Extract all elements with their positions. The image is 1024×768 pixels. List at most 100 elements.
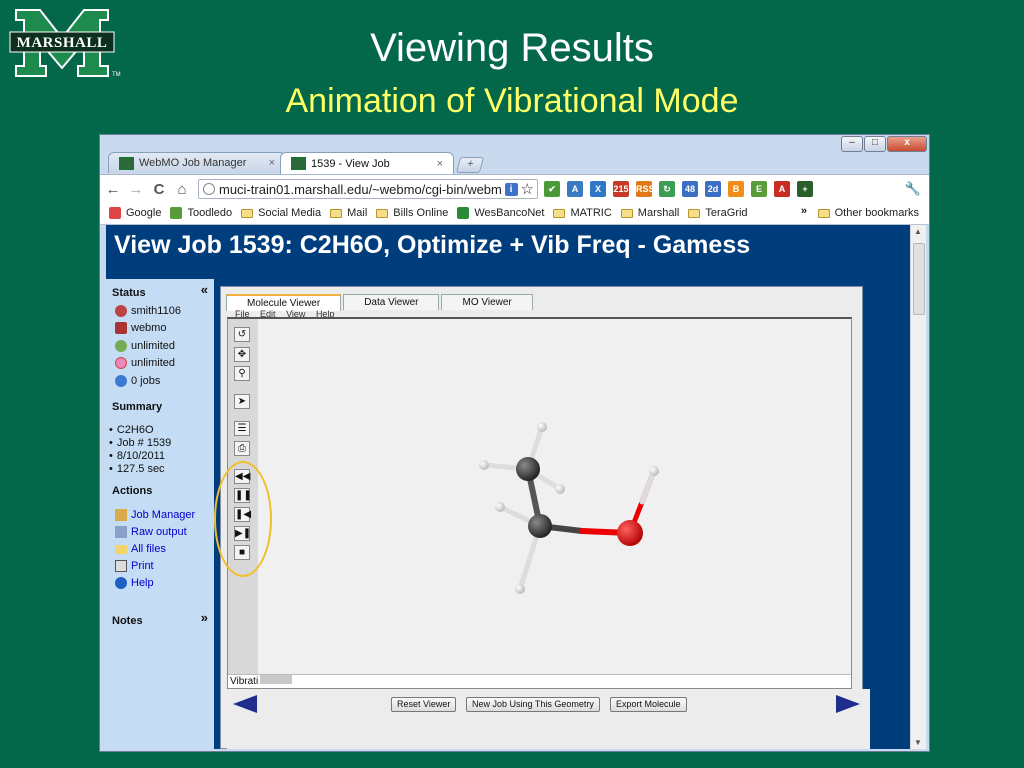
molecule-canvas[interactable]: ↺ ✥ ⚲ ➤ ☰ ⎙ ◀◀ ❚❚ ❚◀ ▶❚ ■ Vibrati (214, 317, 852, 689)
blogger-icon[interactable]: B (728, 181, 744, 197)
home-button[interactable]: ⌂ (172, 181, 192, 198)
notes-expand-icon[interactable]: » (201, 610, 208, 625)
new-job-geometry-button[interactable]: New Job Using This Geometry (466, 697, 600, 712)
ethanol-molecule (479, 422, 659, 594)
check-icon (170, 207, 183, 219)
menu-help[interactable]: Help (316, 309, 335, 317)
summary-item: • 127.5 sec (109, 463, 165, 475)
hydrogen-atom (537, 422, 547, 432)
tab-data-viewer[interactable]: Data Viewer (343, 294, 440, 310)
scroll-down-icon[interactable]: ▼ (914, 738, 922, 747)
people-icon[interactable]: 48 (682, 181, 698, 197)
bookmark-item[interactable]: Google (109, 207, 161, 219)
tab-label: WebMO Job Manager (139, 157, 247, 169)
action-job-manager[interactable]: Job Manager (115, 509, 195, 521)
scroll-up-icon[interactable]: ▲ (914, 227, 922, 236)
bookmark-label: Google (126, 207, 162, 219)
action-raw-output[interactable]: Raw output (115, 526, 187, 538)
action-help-link[interactable]: Help (131, 577, 154, 589)
other-bookmarks-label: Other bookmarks (834, 207, 919, 219)
mail-icon[interactable]: X (590, 181, 606, 197)
evernote-icon[interactable]: E (751, 181, 767, 197)
menu-edit[interactable]: Edit (260, 309, 276, 317)
acrobat-icon[interactable]: A (774, 181, 790, 197)
new-tab-button[interactable]: + (455, 157, 485, 173)
document-icon (115, 526, 127, 538)
action-print-link[interactable]: Print (131, 560, 154, 572)
webmo-favicon-icon (291, 157, 306, 170)
scroll-thumb[interactable] (913, 243, 925, 315)
summary-item: • C2H6O (109, 424, 154, 436)
minimize-button[interactable]: – (841, 136, 863, 152)
select-tool-icon[interactable]: ➤ (234, 394, 250, 409)
summary-item: • 8/10/2011 (109, 450, 165, 462)
status-time: unlimited (115, 357, 175, 369)
bookmark-item[interactable]: Marshall (620, 207, 679, 219)
folder-icon (688, 208, 701, 218)
bookmark-item[interactable]: TeraGrid (688, 207, 748, 219)
next-arrow-icon[interactable] (836, 695, 860, 713)
bookmark-item[interactable]: Bills Online (376, 207, 448, 219)
action-raw-output-link[interactable]: Raw output (131, 526, 187, 538)
hydrogen-atom (649, 466, 659, 476)
info-icon[interactable]: i (504, 182, 518, 196)
close-window-button[interactable]: x (887, 136, 927, 152)
rotate-tool-icon[interactable]: ↺ (234, 327, 250, 342)
export-molecule-button[interactable]: Export Molecule (610, 697, 687, 712)
sidebar-collapse-icon[interactable]: « (201, 282, 208, 297)
action-job-manager-link[interactable]: Job Manager (131, 509, 195, 521)
tab-close-icon[interactable]: × (427, 158, 443, 170)
summary-job-number: Job # 1539 (116, 437, 172, 449)
forward-button[interactable]: → (126, 181, 146, 198)
count-icon[interactable]: 215 (613, 181, 629, 197)
quota-icon (115, 340, 127, 352)
folder-icon (115, 544, 127, 554)
back-button[interactable]: ← (103, 181, 123, 198)
page-scrollbar[interactable]: ▲ ▼ (910, 225, 926, 749)
tab-close-icon[interactable]: × (259, 157, 275, 169)
bookmark-item[interactable]: MATRIC (553, 207, 612, 219)
action-print[interactable]: Print (115, 560, 154, 572)
tab-mo-viewer[interactable]: MO Viewer (441, 294, 533, 310)
window-controls: – □ x (841, 136, 927, 152)
action-help[interactable]: Help (115, 577, 154, 589)
reload-button[interactable]: C (149, 181, 169, 198)
list-tool-icon[interactable]: ☰ (234, 421, 250, 436)
plus-icon[interactable]: + (797, 181, 813, 197)
tab-label: 1539 - View Job (311, 157, 390, 170)
other-bookmarks[interactable]: Other bookmarks (817, 207, 919, 219)
bookmark-item[interactable]: Toodledo (170, 207, 232, 219)
print-tool-icon[interactable]: ⎙ (234, 441, 250, 456)
menu-view[interactable]: View (286, 309, 305, 317)
reset-viewer-button[interactable]: Reset Viewer (391, 697, 457, 712)
wrench-icon[interactable]: 🔧 (905, 181, 921, 197)
summary-cpu-time: 127.5 sec (116, 463, 165, 475)
bookmarks-overflow-chevron[interactable]: » (801, 205, 807, 217)
zoom-tool-icon[interactable]: ⚲ (234, 366, 250, 381)
status-heading: Status (112, 287, 146, 299)
menu-file[interactable]: File (235, 309, 250, 317)
check-icon[interactable]: ✔ (544, 181, 560, 197)
maximize-button[interactable]: □ (864, 136, 886, 152)
tab-webmo-job-manager[interactable]: WebMO Job Manager × (108, 152, 286, 173)
calendar-icon[interactable]: 2d (705, 181, 721, 197)
bookmark-item[interactable]: Mail (330, 207, 367, 219)
bookmark-item[interactable]: WesBancoNet (457, 207, 544, 219)
tab-view-job[interactable]: 1539 - View Job × (280, 152, 454, 174)
sync-icon[interactable]: ↻ (659, 181, 675, 197)
previous-arrow-icon[interactable] (233, 695, 257, 713)
rss-icon[interactable]: RSS (636, 181, 655, 197)
address-bar[interactable]: muci-train01.marshall.edu/~webmo/cgi-bin… (198, 179, 538, 199)
bookmark-item[interactable]: Social Media (241, 207, 321, 219)
url-text[interactable]: muci-train01.marshall.edu/~webmo/cgi-bin… (219, 182, 505, 197)
action-all-files[interactable]: All files (115, 543, 166, 555)
oxygen-atom (617, 520, 643, 546)
translate-icon[interactable]: A (567, 181, 583, 197)
bookmark-star-icon[interactable]: ☆ (521, 180, 534, 198)
translate-tool-icon[interactable]: ✥ (234, 347, 250, 362)
tab-strip: WebMO Job Manager × 1539 - View Job × + (108, 152, 485, 174)
bookmark-label: WesBancoNet (474, 207, 545, 219)
status-user-label: smith1106 (131, 305, 181, 317)
action-all-files-link[interactable]: All files (131, 543, 166, 555)
hydrogen-atom (515, 584, 525, 594)
